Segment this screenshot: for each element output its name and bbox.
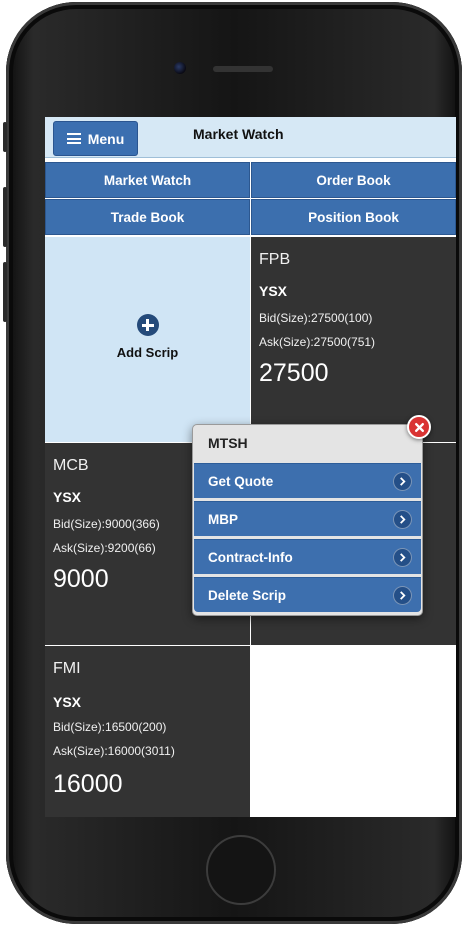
scrip-ask: Ask(Size):16000(3011) — [53, 744, 175, 758]
nav-row-2: Trade Book Position Book — [45, 199, 456, 235]
empty-tile — [251, 646, 456, 817]
option-label: MBP — [208, 511, 238, 527]
scrip-bid: Bid(Size):16500(200) — [53, 720, 167, 734]
scrip-ask: Ask(Size):27500(751) — [259, 335, 376, 349]
contract-info-option[interactable]: Contract-Info — [194, 539, 421, 574]
mbp-option[interactable]: MBP — [194, 501, 421, 536]
delete-scrip-option[interactable]: Delete Scrip — [194, 577, 421, 612]
scrip-tile-fmi[interactable]: FMI YSX Bid(Size):16500(200) Ask(Size):1… — [45, 646, 250, 817]
menu-label: Menu — [87, 130, 125, 147]
add-scrip-label: Add Scrip — [116, 345, 179, 360]
scrip-symbol: FMI — [53, 660, 81, 677]
option-label: Get Quote — [208, 473, 274, 489]
get-quote-option[interactable]: Get Quote — [194, 463, 421, 498]
scrip-tile-fpb[interactable]: FPB YSX Bid(Size):27500(100) Ask(Size):2… — [251, 237, 456, 442]
menu-button[interactable]: Menu — [53, 121, 138, 156]
plus-circle-icon — [136, 314, 159, 336]
app-screen: Menu Market Watch Market Watch Order Boo… — [45, 117, 456, 817]
scrip-exchange: YSX — [53, 694, 82, 710]
option-label: Delete Scrip — [208, 587, 287, 603]
scrip-price: 16000 — [53, 770, 123, 798]
scrip-bid: Bid(Size):27500(100) — [259, 311, 373, 325]
nav-row-1: Market Watch Order Book — [45, 162, 456, 198]
silent-switch — [3, 122, 7, 152]
scrip-ask: Ask(Size):9200(66) — [53, 541, 156, 555]
chevron-right-icon — [393, 510, 412, 529]
scrip-context-menu: MTSH Get Quote MBP Contract-Info Delete … — [192, 424, 423, 616]
add-scrip-tile[interactable]: Add Scrip — [45, 237, 250, 442]
scrip-symbol: MCB — [53, 457, 89, 474]
scrip-price: 9000 — [53, 565, 109, 593]
top-bar: Menu Market Watch — [45, 117, 456, 158]
scrip-exchange: YSX — [259, 283, 288, 299]
page-title: Market Watch — [193, 126, 284, 142]
volume-down-button — [3, 262, 7, 322]
close-x-icon[interactable] — [407, 415, 431, 439]
hamburger-icon — [66, 133, 81, 144]
chevron-right-icon — [393, 472, 412, 491]
home-button[interactable] — [206, 835, 276, 905]
scrip-exchange: YSX — [53, 489, 82, 505]
scrip-symbol: FPB — [259, 251, 291, 268]
chevron-right-icon — [393, 548, 412, 567]
option-label: Contract-Info — [208, 549, 293, 565]
tab-trade-book[interactable]: Trade Book — [45, 199, 250, 235]
chevron-right-icon — [393, 586, 412, 605]
front-camera — [174, 62, 186, 74]
scrip-price: 27500 — [259, 359, 329, 387]
earpiece-speaker — [213, 66, 273, 72]
scrip-bid: Bid(Size):9000(366) — [53, 517, 160, 531]
popup-title: MTSH — [208, 435, 248, 451]
volume-up-button — [3, 187, 7, 247]
tab-position-book[interactable]: Position Book — [251, 199, 456, 235]
tab-order-book[interactable]: Order Book — [251, 162, 456, 198]
tab-market-watch[interactable]: Market Watch — [45, 162, 250, 198]
